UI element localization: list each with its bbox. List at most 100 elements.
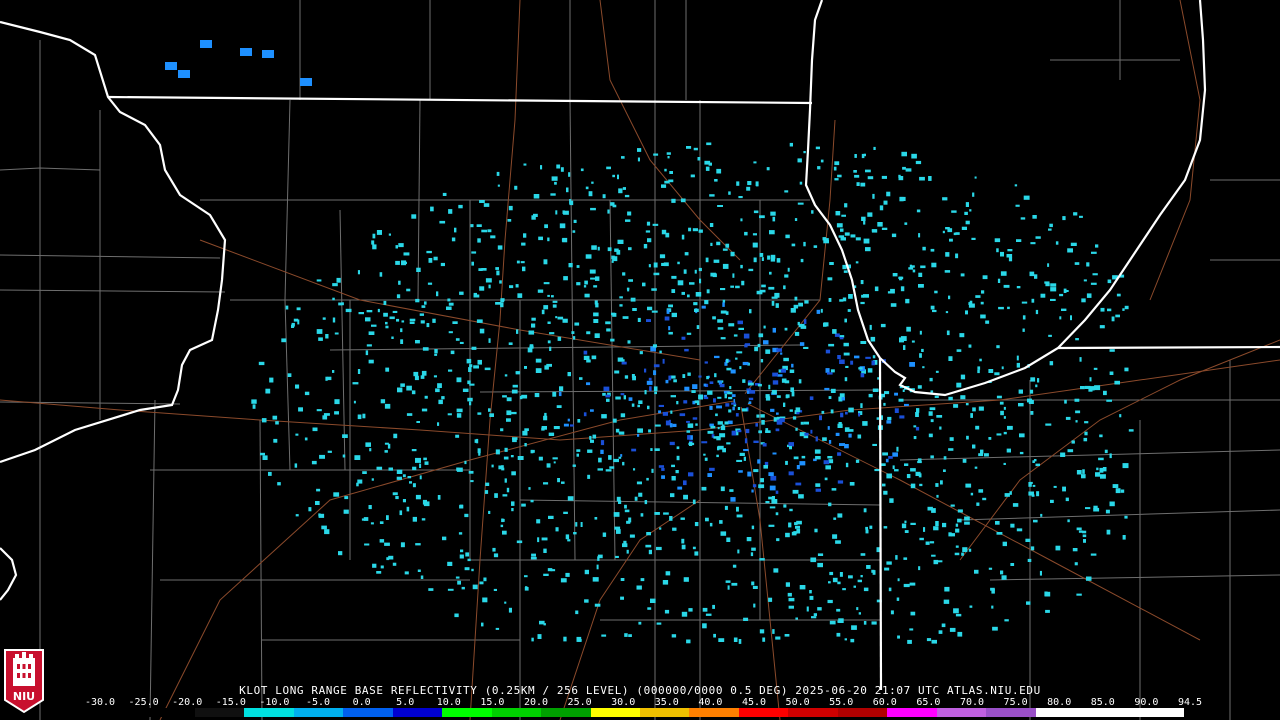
echo-pixel xyxy=(1036,491,1040,497)
echo-pixel xyxy=(590,439,594,443)
echo-pixel xyxy=(809,595,814,600)
echo-pixel xyxy=(919,330,922,335)
echo-pixel xyxy=(803,319,807,325)
echo-pixel xyxy=(844,232,850,236)
echo-pixel xyxy=(692,546,696,550)
echo-pixel xyxy=(1034,459,1037,462)
echo-pixel xyxy=(593,312,599,317)
echo-pixel xyxy=(411,449,417,452)
reflectivity-echoes xyxy=(165,40,1134,644)
echo-pixel xyxy=(544,365,549,370)
echo-pixel xyxy=(637,428,643,433)
echo-pixel xyxy=(949,627,956,632)
echo-pixel xyxy=(434,349,438,354)
echo-pixel xyxy=(872,193,875,199)
echo-pixel xyxy=(758,484,765,489)
echo-pixel xyxy=(483,577,487,582)
echo-pixel xyxy=(485,278,492,283)
echo-pixel xyxy=(487,229,492,233)
echo-pixel xyxy=(385,321,388,325)
echo-pixel xyxy=(497,245,503,250)
echo-pixel xyxy=(591,181,594,184)
echo-pixel xyxy=(717,205,723,207)
echo-pixel xyxy=(586,359,591,363)
echo-pixel xyxy=(661,184,667,188)
echo-pixel xyxy=(817,166,821,170)
county-line xyxy=(959,509,1280,521)
echo-pixel xyxy=(847,309,851,312)
echo-pixel xyxy=(829,262,834,265)
echo-pixel xyxy=(981,290,985,294)
echo-pixel xyxy=(379,539,385,543)
echo-pixel xyxy=(448,209,453,214)
echo-pixel xyxy=(704,457,708,461)
echo-pixel xyxy=(956,382,962,388)
echo-pixel xyxy=(760,478,764,483)
echo-pixel xyxy=(628,247,632,251)
echo-pixel xyxy=(761,420,765,425)
echo-pixel xyxy=(906,326,911,332)
echo-pixel xyxy=(601,414,607,419)
echo-pixel xyxy=(495,267,499,270)
echo-pixel xyxy=(894,408,899,413)
radar-map xyxy=(0,0,1280,720)
echo-pixel xyxy=(753,161,757,164)
echo-pixel xyxy=(884,567,890,571)
echo-pixel xyxy=(935,370,939,373)
echo-pixel xyxy=(865,526,868,530)
echo-pixel xyxy=(516,329,519,334)
echo-pixel xyxy=(815,488,821,492)
echo-pixel xyxy=(624,504,627,509)
echo-pixel xyxy=(702,607,708,612)
echo-pixel xyxy=(1028,400,1034,404)
echo-pixel xyxy=(976,502,980,506)
county-line xyxy=(0,289,226,293)
echo-pixel xyxy=(738,639,742,644)
echo-pixel xyxy=(594,333,600,338)
echo-pixel xyxy=(840,412,844,418)
echo-pixel xyxy=(742,379,746,383)
echo-pixel xyxy=(928,411,933,416)
echo-pixel xyxy=(905,168,912,172)
echo-pixel xyxy=(365,350,369,356)
echo-pixel xyxy=(713,259,720,263)
echo-pixel xyxy=(1032,215,1037,219)
echo-pixel xyxy=(654,512,660,515)
echo-pixel xyxy=(729,489,734,492)
echo-pixel xyxy=(964,211,968,215)
echo-pixel xyxy=(537,537,540,543)
echo-pixel xyxy=(948,356,953,361)
echo-pixel xyxy=(872,443,877,446)
echo-pixel xyxy=(901,151,907,157)
echo-pixel xyxy=(559,386,564,392)
echo-pixel xyxy=(342,434,348,438)
echo-pixel xyxy=(562,318,568,323)
echo-pixel xyxy=(1021,301,1028,304)
echo-pixel xyxy=(931,639,937,644)
echo-pixel xyxy=(628,279,633,282)
echo-pixel xyxy=(440,262,445,267)
echo-pixel xyxy=(783,357,789,362)
echo-pixel xyxy=(994,372,1000,376)
echo-pixel xyxy=(753,257,757,263)
echo-pixel xyxy=(860,373,865,378)
echo-pixel xyxy=(703,453,706,456)
echo-pixel xyxy=(419,475,422,480)
echo-pixel xyxy=(460,549,464,553)
echo-pixel xyxy=(384,403,391,409)
echo-pixel xyxy=(741,408,748,412)
echo-pixel xyxy=(945,227,950,230)
echo-pixel xyxy=(760,359,764,363)
echo-pixel xyxy=(658,404,664,407)
echo-pixel xyxy=(817,562,823,568)
product-caption: KLOT LONG RANGE BASE REFLECTIVITY (0.25K… xyxy=(239,684,1041,697)
echo-pixel xyxy=(706,289,710,294)
echo-pixel xyxy=(507,219,512,222)
echo-pixel xyxy=(770,475,777,481)
scale-tick: -20.0 xyxy=(172,697,203,708)
echo-pixel xyxy=(1055,241,1059,245)
echo-pixel xyxy=(787,592,792,597)
echo-pixel xyxy=(549,346,552,351)
echo-pixel xyxy=(650,598,656,603)
scale-color-segment xyxy=(293,708,344,717)
